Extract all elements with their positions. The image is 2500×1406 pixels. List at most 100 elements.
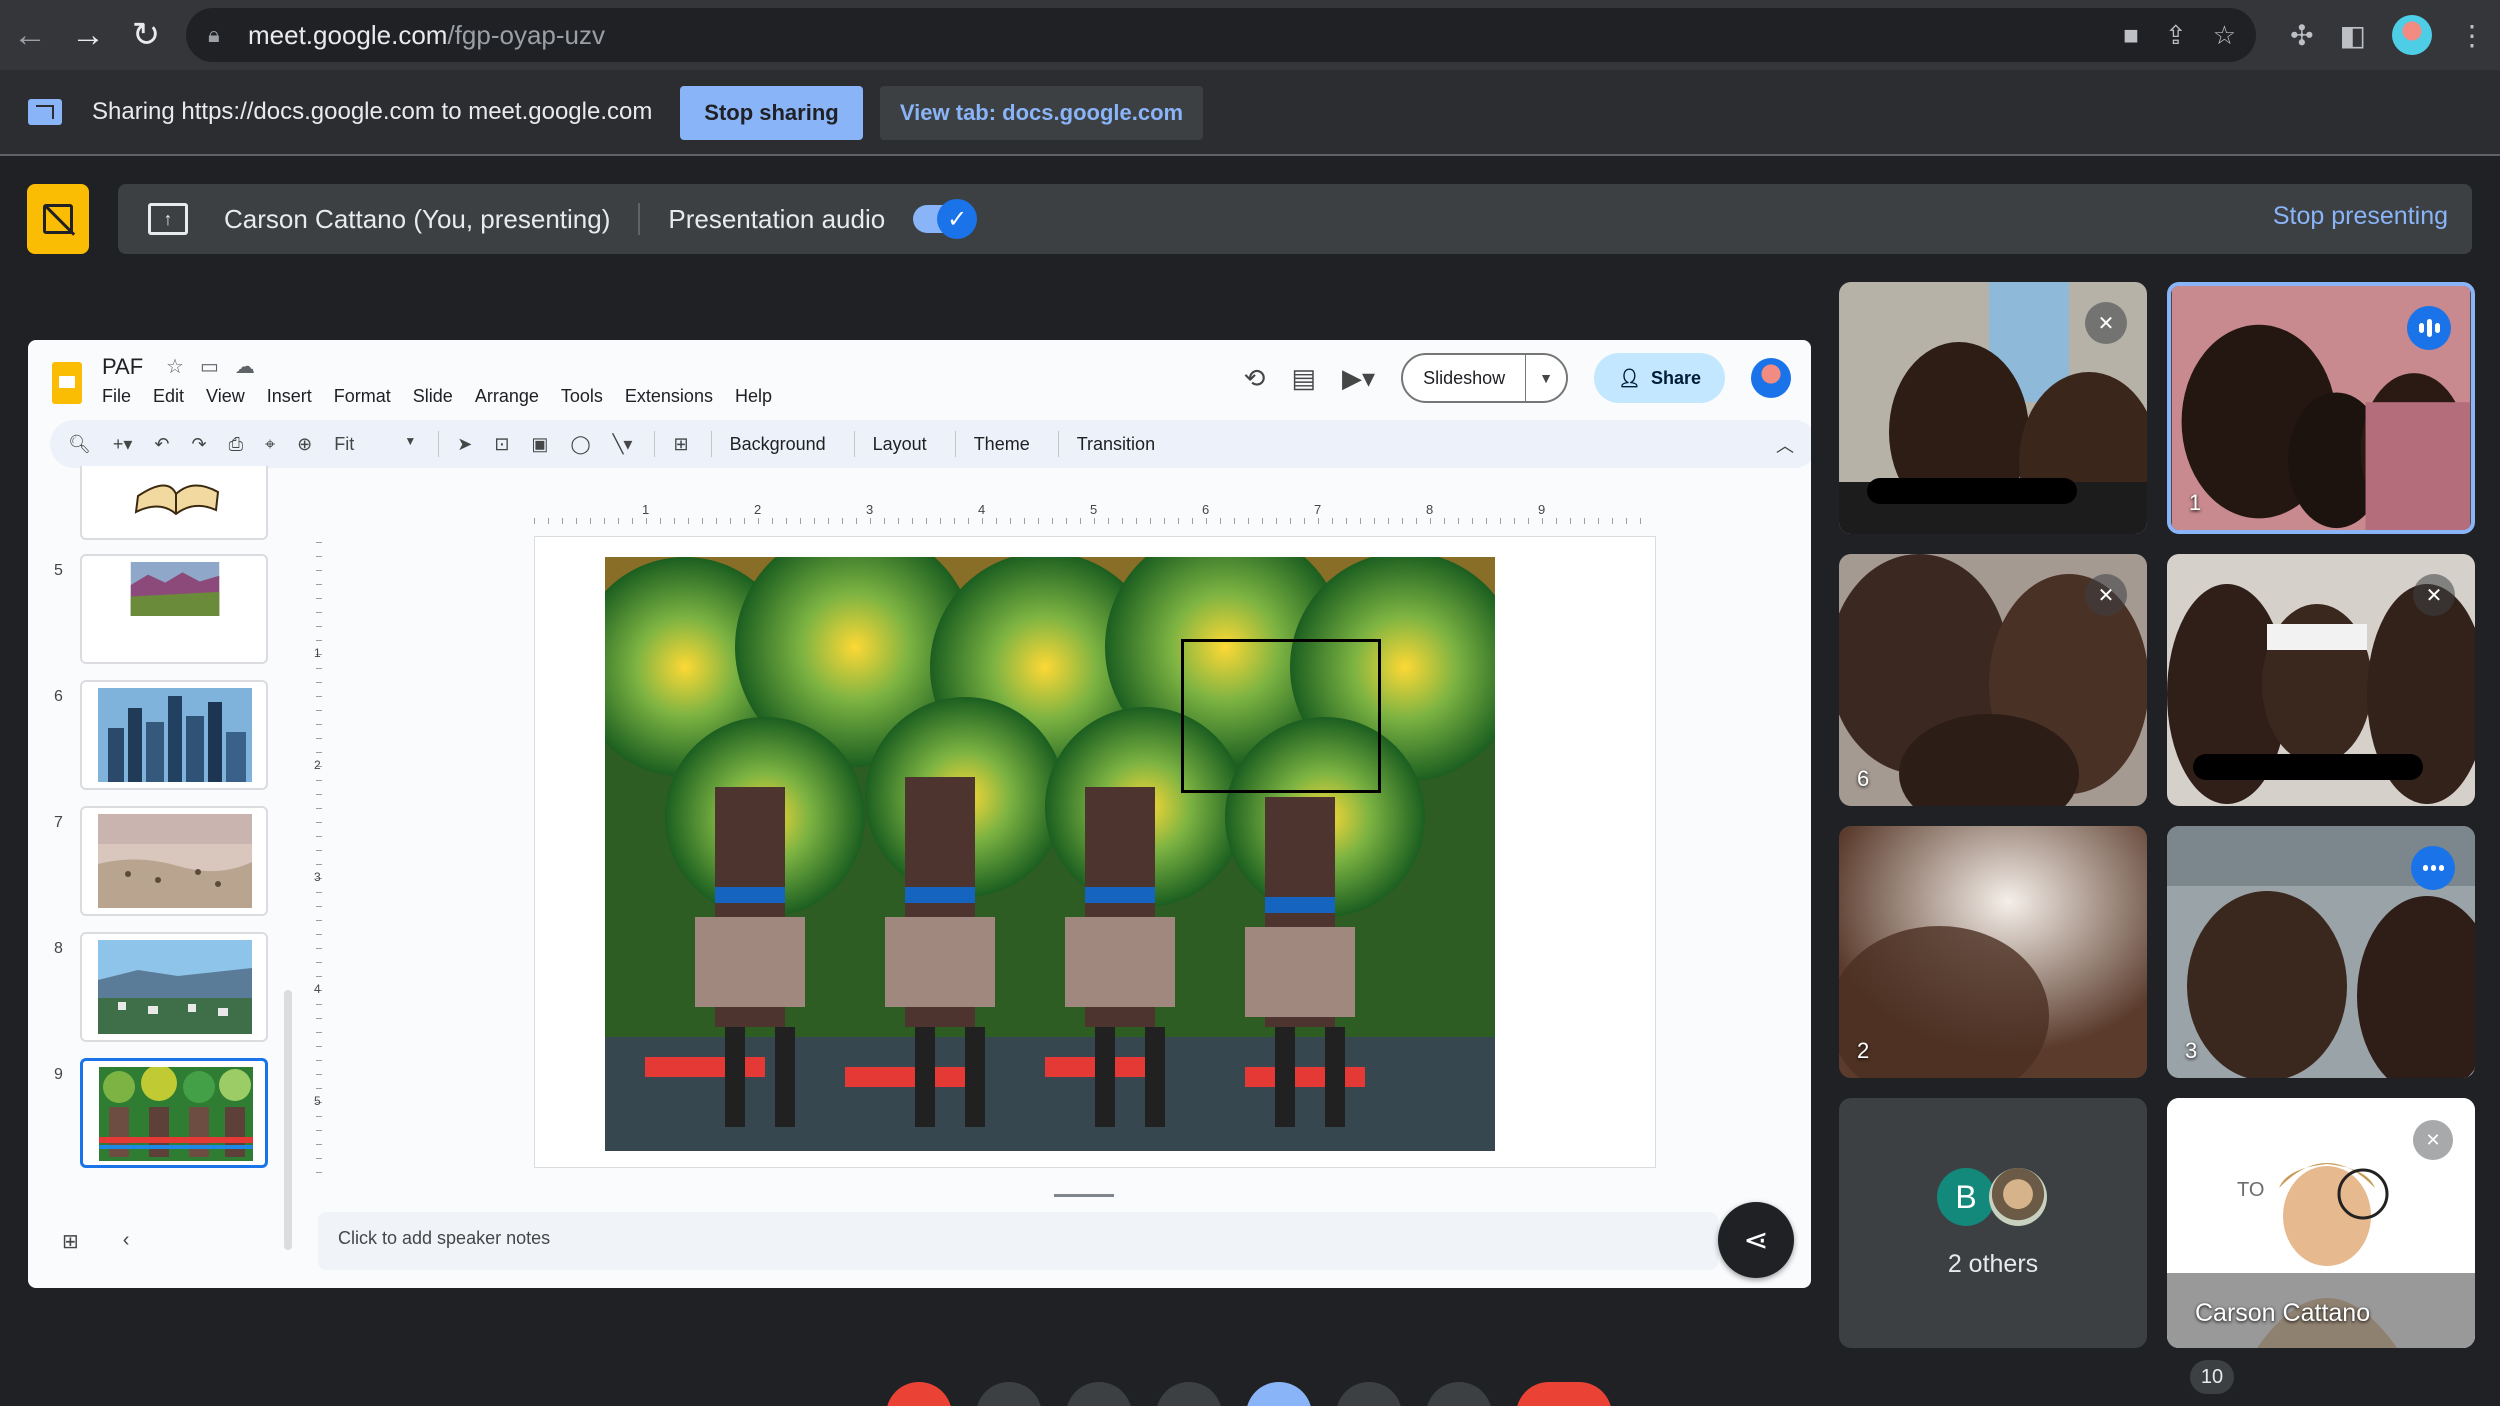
document-title[interactable]: PAF bbox=[102, 354, 143, 380]
menu-insert[interactable]: Insert bbox=[267, 386, 312, 407]
forward-icon[interactable]: → bbox=[60, 7, 116, 63]
slide-thumbnail-6[interactable]: 6 bbox=[28, 680, 288, 790]
paint-format-icon[interactable]: ⌖ bbox=[265, 434, 275, 455]
redo-icon[interactable]: ↷ bbox=[192, 434, 207, 455]
version-history-icon[interactable]: ⟲ bbox=[1244, 363, 1266, 394]
presentation-audio-toggle[interactable]: ✓ bbox=[913, 199, 978, 239]
captions-button[interactable] bbox=[1066, 1382, 1132, 1406]
toolbar-separator bbox=[654, 431, 656, 457]
slide-thumbnail-7[interactable]: 7 bbox=[28, 806, 288, 916]
mic-toggle-button[interactable] bbox=[886, 1382, 952, 1406]
presentation-off-icon[interactable] bbox=[27, 184, 89, 254]
star-icon[interactable]: ☆ bbox=[166, 354, 184, 379]
leave-call-button[interactable] bbox=[1516, 1382, 1612, 1406]
line-icon[interactable]: ╲▾ bbox=[613, 434, 633, 455]
others-tile[interactable]: B 2 others bbox=[1839, 1098, 2147, 1348]
slideshow-dropdown-icon[interactable]: ▼ bbox=[1526, 370, 1566, 386]
address-bar[interactable]: 🔒︎ meet.google.com/fgp-oyap-uzv ■ ⇪ ☆ bbox=[186, 8, 2256, 62]
menu-arrange[interactable]: Arrange bbox=[475, 386, 539, 407]
participant-tile[interactable]: ✕ 6 bbox=[1839, 554, 2147, 806]
bookmark-star-icon[interactable]: ☆ bbox=[2213, 20, 2236, 51]
redacted-name bbox=[2193, 754, 2423, 780]
participant-tile[interactable]: 2 bbox=[1839, 826, 2147, 1078]
notes-resize-handle[interactable] bbox=[1054, 1194, 1114, 1197]
slides-logo-icon[interactable] bbox=[52, 362, 82, 404]
slideshow-button[interactable]: Slideshow ▼ bbox=[1401, 353, 1569, 403]
self-view-tile[interactable]: TO ✕ Carson Cattano bbox=[2167, 1098, 2475, 1348]
slide-thumbnail-8[interactable]: 8 bbox=[28, 932, 288, 1042]
text-box-icon[interactable]: ⊡ bbox=[494, 434, 509, 455]
menu-extensions[interactable]: Extensions bbox=[625, 386, 713, 407]
slide-canvas: 1 2 3 4 5 6 7 8 9 1 2 3 4 5 bbox=[314, 502, 1806, 1206]
share-button[interactable]: 👤︎ Share bbox=[1594, 353, 1725, 403]
collapse-toolbar-icon[interactable]: ︿ bbox=[1776, 432, 1794, 458]
theme-button[interactable]: Theme bbox=[974, 434, 1030, 455]
menu-slide[interactable]: Slide bbox=[413, 386, 453, 407]
slide-thumbnail[interactable] bbox=[28, 466, 288, 540]
view-tab-button[interactable]: View tab: docs.google.com bbox=[880, 86, 1203, 140]
coastal-city-image bbox=[98, 940, 252, 1034]
participant-tile[interactable]: 1 bbox=[2167, 282, 2475, 534]
raise-hand-button[interactable] bbox=[1336, 1382, 1402, 1406]
browser-menu-icon[interactable]: ⋮ bbox=[2458, 19, 2486, 52]
share-page-icon[interactable]: ⇪ bbox=[2165, 20, 2187, 51]
participant-tile[interactable]: ✕ bbox=[2167, 554, 2475, 806]
slide-thumbnail-9[interactable]: 9 bbox=[28, 1058, 288, 1168]
menu-edit[interactable]: Edit bbox=[153, 386, 184, 407]
extensions-icon[interactable]: ✣ bbox=[2290, 19, 2313, 52]
shape-icon[interactable]: ◯ bbox=[570, 434, 590, 455]
zoom-select[interactable]: Fit ▼ bbox=[334, 434, 416, 455]
new-slide-icon[interactable]: +▾ bbox=[113, 434, 133, 455]
print-icon[interactable]: ⎙ bbox=[229, 434, 243, 455]
share-screen-fab-icon[interactable]: ⋖ bbox=[1718, 1202, 1794, 1278]
menu-tools[interactable]: Tools bbox=[561, 386, 603, 407]
current-slide[interactable] bbox=[534, 536, 1656, 1168]
insert-image-icon[interactable]: ▣ bbox=[531, 434, 548, 455]
more-options-button[interactable] bbox=[1426, 1382, 1492, 1406]
reload-icon[interactable]: ↻ bbox=[118, 7, 174, 63]
filmstrip-scrollbar[interactable] bbox=[284, 990, 292, 1250]
zoom-icon[interactable]: ⊕ bbox=[297, 434, 312, 455]
grid-view-icon[interactable]: ⊞ bbox=[62, 1229, 79, 1254]
layout-button[interactable]: Layout bbox=[873, 434, 927, 455]
speaker-notes-input[interactable]: Click to add speaker notes bbox=[318, 1212, 1718, 1270]
participant-tile[interactable]: 3 bbox=[2167, 826, 2475, 1078]
people-icon: 👤︎ bbox=[1618, 367, 1641, 388]
city-image bbox=[98, 688, 252, 782]
profile-avatar[interactable] bbox=[2392, 15, 2432, 55]
mic-off-icon: ✕ bbox=[2085, 574, 2127, 616]
present-now-button[interactable] bbox=[1246, 1382, 1312, 1406]
stop-sharing-button[interactable]: Stop sharing bbox=[680, 86, 863, 140]
select-cursor-icon[interactable]: ➤ bbox=[457, 434, 472, 455]
speaking-indicator-icon bbox=[2411, 846, 2455, 890]
reactions-button[interactable] bbox=[1156, 1382, 1222, 1406]
undo-icon[interactable]: ↶ bbox=[154, 434, 169, 455]
menu-view[interactable]: View bbox=[206, 386, 245, 407]
festival-dancers-photo[interactable] bbox=[605, 557, 1495, 1151]
menu-file[interactable]: File bbox=[102, 386, 131, 407]
comment-add-icon[interactable]: ⊞ bbox=[673, 434, 688, 455]
presenting-bar: ↑ Carson Cattano (You, presenting) Prese… bbox=[118, 184, 2472, 254]
stop-presenting-button[interactable]: Stop presenting bbox=[2273, 202, 2448, 231]
comments-icon[interactable]: ▤ bbox=[1291, 363, 1316, 394]
menu-format[interactable]: Format bbox=[334, 386, 391, 407]
collapse-filmstrip-icon[interactable]: ‹ bbox=[123, 1229, 130, 1254]
slide-thumbnail-5[interactable]: 5 bbox=[28, 554, 288, 664]
side-panel-icon[interactable]: ◧ bbox=[2340, 19, 2366, 52]
mic-off-icon: ✕ bbox=[2413, 1120, 2453, 1160]
background-button[interactable]: Background bbox=[730, 434, 826, 455]
toolbar-separator bbox=[1057, 431, 1059, 457]
camera-icon[interactable]: ■ bbox=[2123, 20, 2139, 51]
sharing-status-text: Sharing https://docs.google.com to meet.… bbox=[92, 98, 653, 125]
cloud-saved-icon[interactable]: ☁ bbox=[235, 354, 255, 379]
back-icon[interactable]: ← bbox=[2, 7, 58, 63]
meet-camera-icon[interactable]: ▶▾ bbox=[1342, 363, 1375, 394]
menu-help[interactable]: Help bbox=[735, 386, 772, 407]
camera-toggle-button[interactable] bbox=[976, 1382, 1042, 1406]
transition-button[interactable]: Transition bbox=[1077, 434, 1155, 455]
participant-tile[interactable]: ✕ bbox=[1839, 282, 2147, 534]
search-menus-icon[interactable]: 🔍︎ bbox=[68, 434, 91, 455]
move-folder-icon[interactable]: ▭ bbox=[200, 354, 219, 379]
selection-rectangle[interactable] bbox=[1181, 639, 1381, 793]
account-avatar[interactable] bbox=[1751, 358, 1791, 398]
